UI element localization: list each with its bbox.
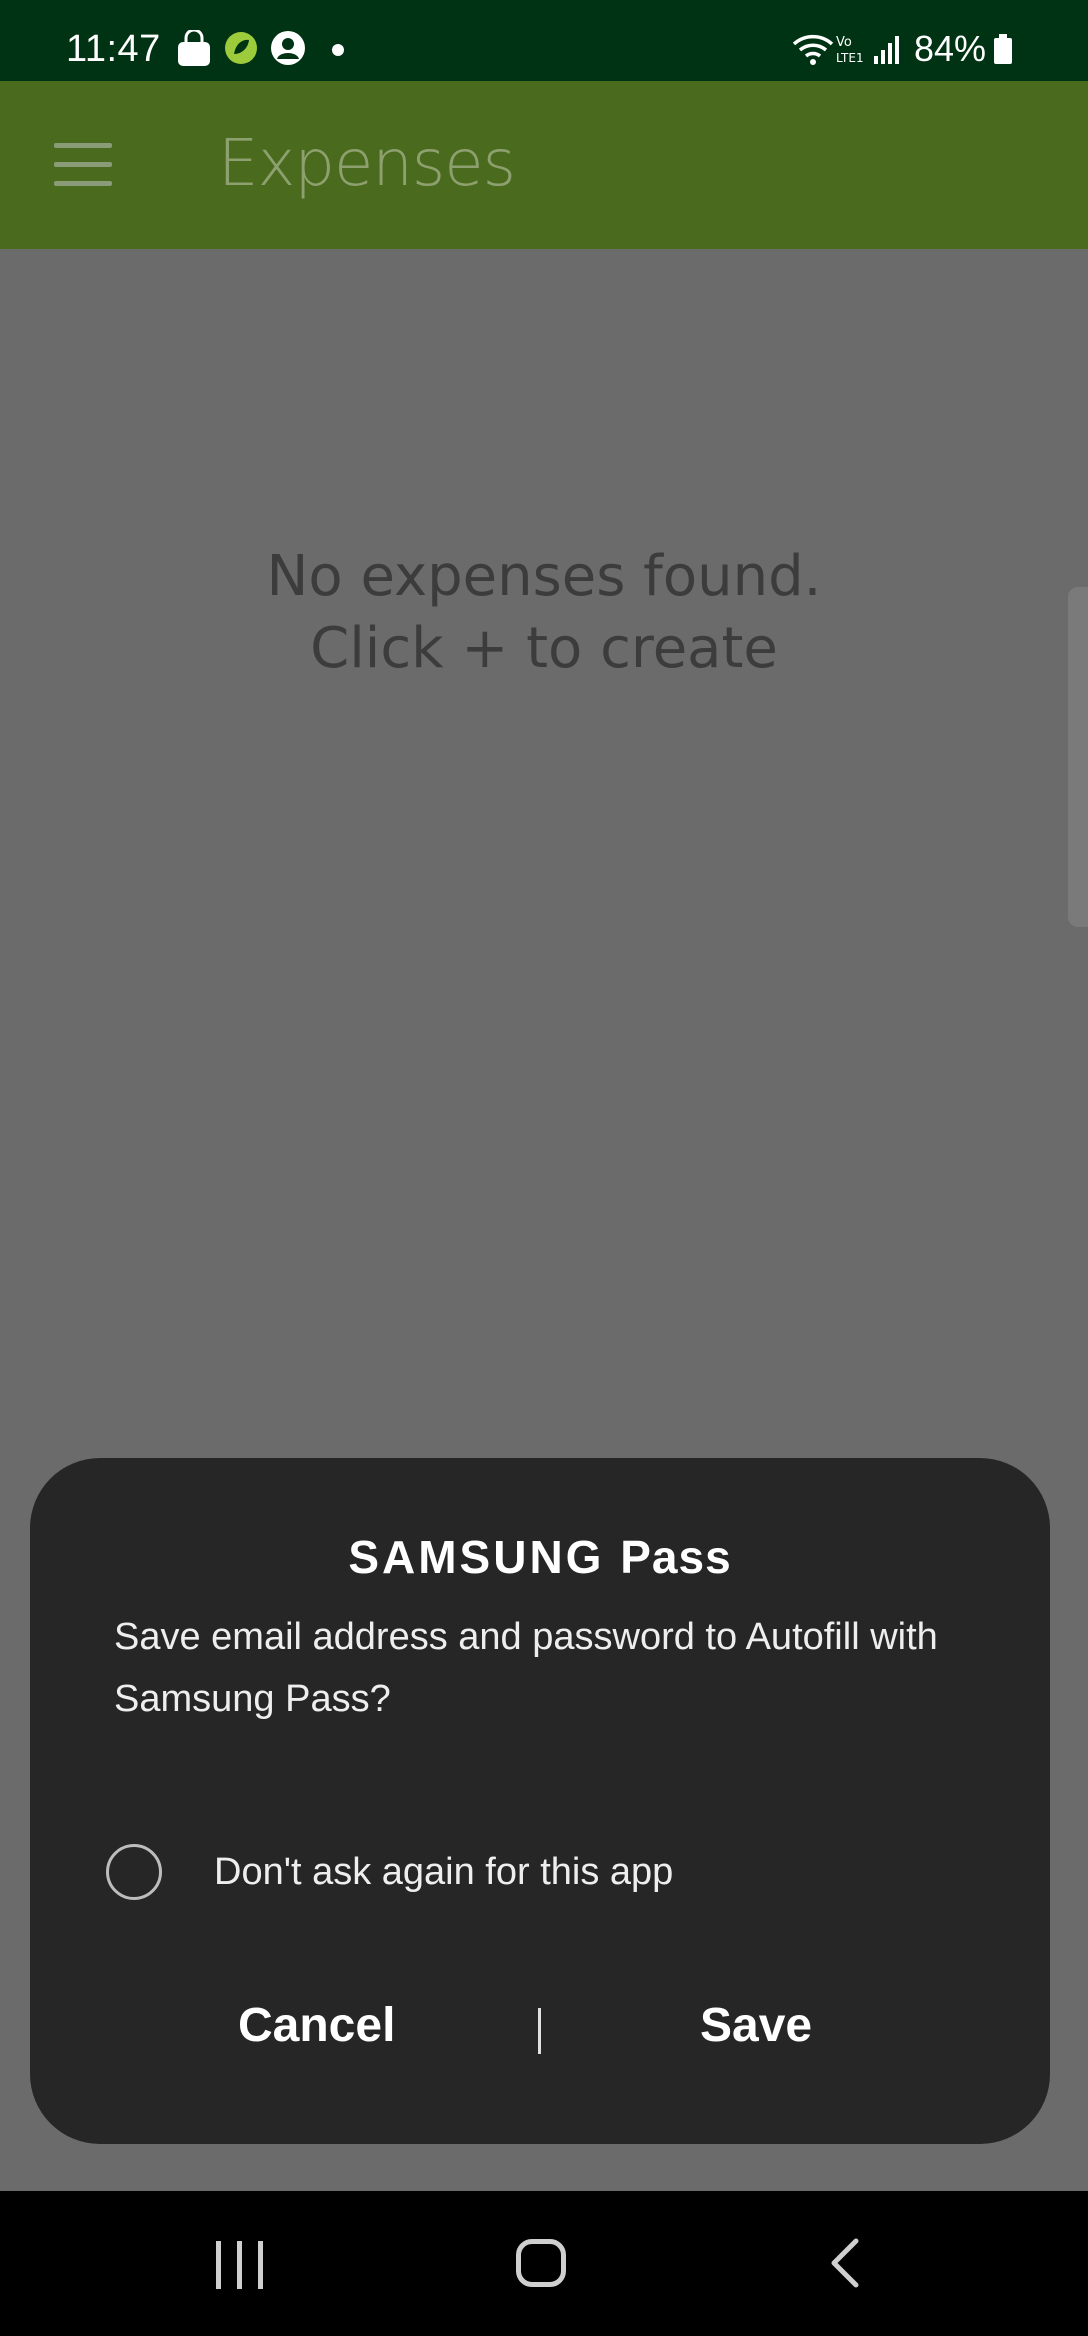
dont-ask-again-checkbox[interactable] xyxy=(106,1844,162,1900)
dont-ask-again-label[interactable]: Don't ask again for this app xyxy=(214,1851,673,1894)
empty-state-message: No expenses found. Click + to create xyxy=(0,541,1088,685)
status-right-group: Vo LTE1 84% xyxy=(792,28,1014,70)
app-bar: Expenses xyxy=(0,81,1088,249)
leaf-app-icon xyxy=(225,32,257,64)
wifi-icon xyxy=(792,34,834,65)
recent-apps-icon[interactable] xyxy=(214,2241,266,2289)
battery-icon xyxy=(994,34,1012,64)
empty-state-line-2: Click + to create xyxy=(310,616,778,681)
system-nav-bar xyxy=(0,2191,1088,2336)
svg-text:LTE1: LTE1 xyxy=(836,51,864,65)
samsung-pass-dialog: SAMSUNG Pass Save email address and pass… xyxy=(30,1458,1050,2144)
back-icon[interactable] xyxy=(826,2237,862,2289)
samsung-pass-logo: SAMSUNG Pass xyxy=(30,1530,1050,1584)
dot-icon xyxy=(332,44,344,56)
empty-state-line-1: No expenses found. xyxy=(266,544,822,609)
scrollbar-thumb[interactable] xyxy=(1068,587,1088,927)
dialog-message: Save email address and password to Autof… xyxy=(114,1616,938,1720)
page-title: Expenses xyxy=(218,127,516,201)
button-divider xyxy=(538,2008,541,2054)
screen: 11:47 Vo LTE1 84% Expenses No expenses f… xyxy=(0,0,1088,2336)
save-button[interactable]: Save xyxy=(700,1998,812,2053)
account-icon xyxy=(271,31,305,65)
dont-ask-again-option[interactable]: Don't ask again for this app xyxy=(106,1844,673,1900)
battery-percentage: 84% xyxy=(913,28,986,69)
svg-text:Vo: Vo xyxy=(836,35,852,50)
signal-icon xyxy=(873,36,899,64)
home-icon[interactable] xyxy=(516,2239,566,2287)
hamburger-menu-icon[interactable] xyxy=(54,143,112,187)
brand-pass: Pass xyxy=(620,1531,732,1583)
cancel-button[interactable]: Cancel xyxy=(238,1998,395,2053)
status-time: 11:47 xyxy=(66,28,161,70)
status-bar: 11:47 Vo LTE1 84% xyxy=(0,0,1088,81)
brand-samsung: SAMSUNG xyxy=(348,1531,605,1583)
shopping-bag-icon xyxy=(178,30,210,66)
volte-icon: Vo LTE1 xyxy=(836,35,864,65)
